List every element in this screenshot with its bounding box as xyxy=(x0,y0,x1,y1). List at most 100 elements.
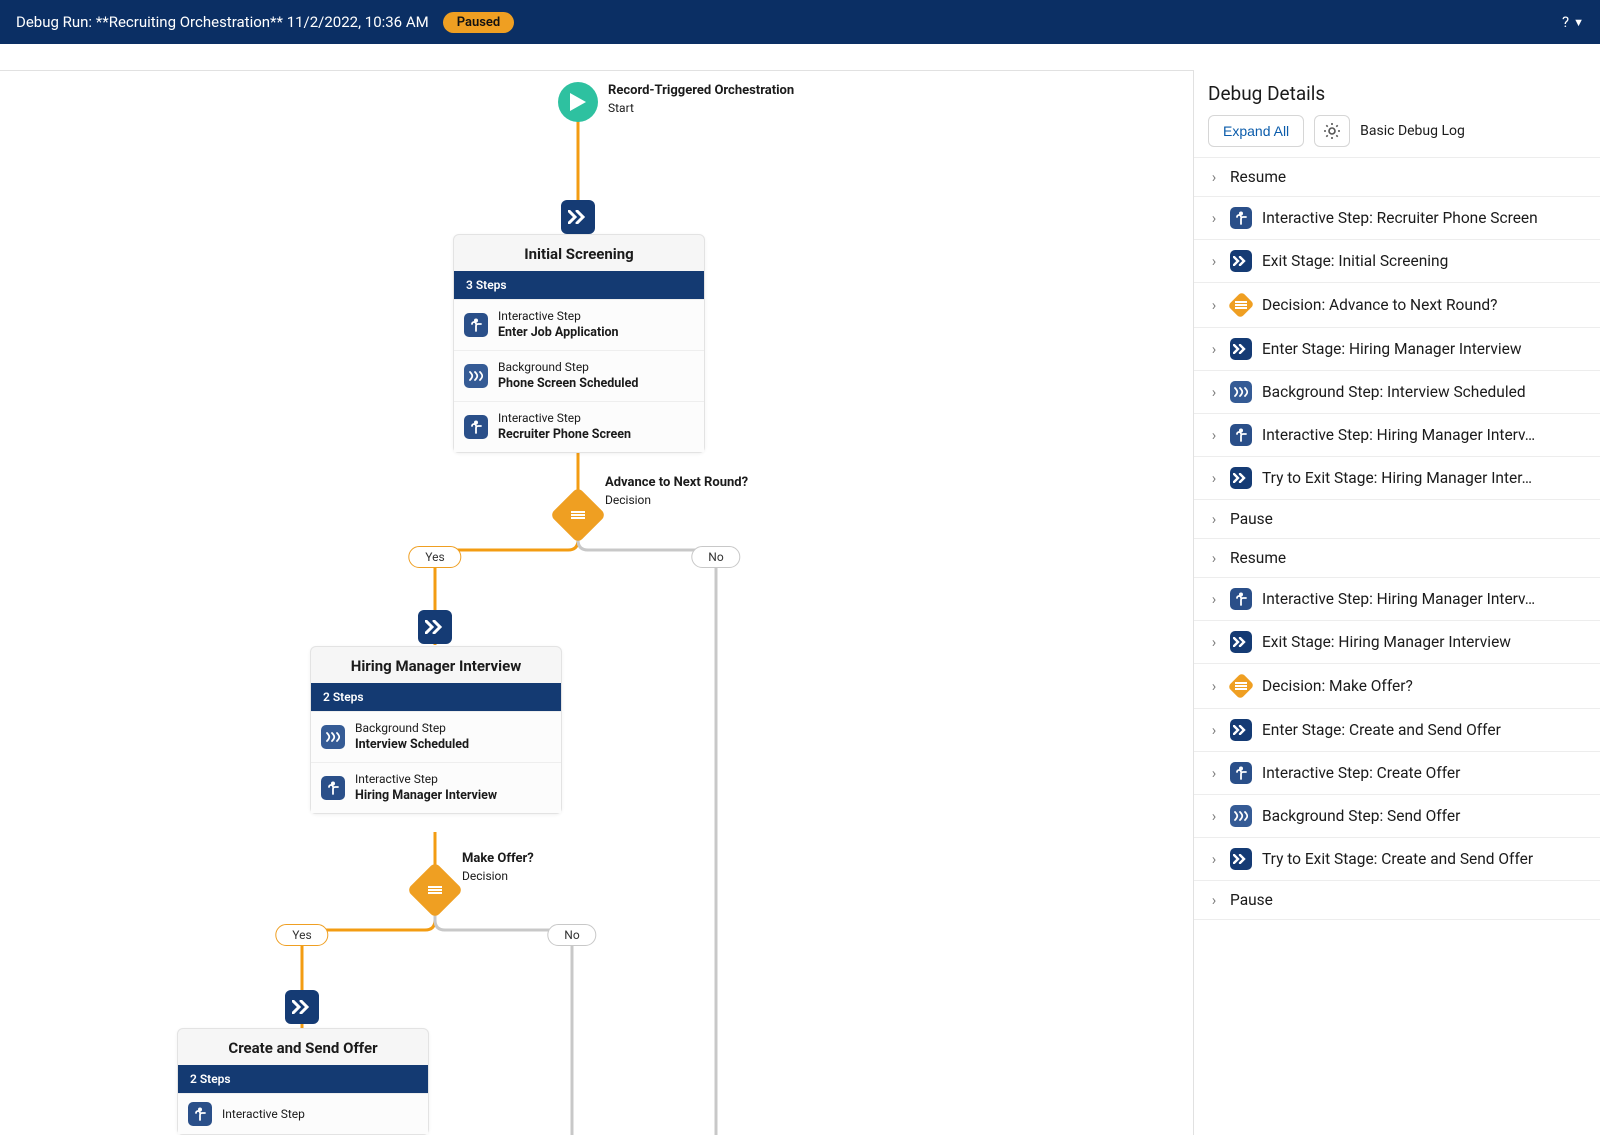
branch-no[interactable]: No xyxy=(547,924,596,946)
start-title: Record-Triggered Orchestration xyxy=(608,83,794,98)
step-text: Interactive Step xyxy=(222,1106,305,1122)
log-row[interactable]: ›Interactive Step: Hiring Manager Interv… xyxy=(1194,414,1600,457)
decision-icon xyxy=(571,508,585,522)
log-text: Try to Exit Stage: Hiring Manager Inter… xyxy=(1262,469,1586,487)
interactive-step-icon xyxy=(464,313,488,337)
log-text: Resume xyxy=(1230,549,1586,567)
log-row[interactable]: ›Background Step: Send Offer xyxy=(1194,795,1600,838)
step-row[interactable]: Interactive Step xyxy=(178,1093,428,1134)
stage-card-hiring-manager-interview[interactable]: Hiring Manager Interview 2 Steps Backgro… xyxy=(310,646,562,814)
help-menu[interactable]: ? ▼ xyxy=(1562,13,1584,31)
log-row[interactable]: ›Exit Stage: Hiring Manager Interview xyxy=(1194,621,1600,664)
debug-run-title: Debug Run: **Recruiting Orchestration** … xyxy=(16,13,429,31)
step-row[interactable]: Interactive StepRecruiter Phone Screen xyxy=(454,401,704,452)
log-row[interactable]: ›Enter Stage: Create and Send Offer xyxy=(1194,709,1600,752)
chevron-right-icon: › xyxy=(1208,764,1220,782)
stage-icon xyxy=(1230,631,1252,653)
chevron-right-icon: › xyxy=(1208,469,1220,487)
step-row[interactable]: Background StepPhone Screen Scheduled xyxy=(454,350,704,401)
log-row[interactable]: › Exit Stage: Initial Screening xyxy=(1194,240,1600,283)
start-node[interactable]: Record-Triggered Orchestration Start xyxy=(558,82,794,122)
inter-icon xyxy=(1230,207,1252,229)
step-text: Background StepPhone Screen Scheduled xyxy=(498,359,638,393)
step-row[interactable]: Interactive StepEnter Job Application xyxy=(454,299,704,350)
decision-subtitle: Decision xyxy=(462,869,508,883)
step-text: Interactive StepHiring Manager Interview xyxy=(355,771,497,805)
stage-icon xyxy=(1230,338,1252,360)
chevron-down-icon: ▼ xyxy=(1573,16,1584,29)
stage-step-count: 2 Steps xyxy=(311,683,561,711)
bg-icon xyxy=(1230,381,1252,403)
step-row[interactable]: Background StepInterview Scheduled xyxy=(311,711,561,762)
branch-no[interactable]: No xyxy=(691,546,740,568)
gear-icon xyxy=(1324,123,1340,139)
log-row[interactable]: › Decision: Make Offer? xyxy=(1194,664,1600,709)
chevron-right-icon: › xyxy=(1208,590,1220,608)
stage-card-initial-screening[interactable]: Initial Screening 3 Steps Interactive St… xyxy=(453,234,705,453)
expand-all-button[interactable]: Expand All xyxy=(1208,115,1304,147)
log-text: Interactive Step: Hiring Manager Interv… xyxy=(1262,590,1586,608)
debug-log-list[interactable]: › Resume ›Interactive Step: Recruiter Phon… xyxy=(1194,157,1600,1135)
log-row[interactable]: ›Interactive Step: Recruiter Phone Scree… xyxy=(1194,197,1600,240)
stage-icon-create-send-offer[interactable] xyxy=(285,990,319,1024)
decision-subtitle: Decision xyxy=(605,493,651,507)
panel-toolbar: Expand All Basic Debug Log xyxy=(1194,115,1600,157)
stage-icon-hiring-manager-interview[interactable] xyxy=(418,610,452,644)
app-bar: Debug Run: **Recruiting Orchestration** … xyxy=(0,0,1600,44)
log-text: Enter Stage: Hiring Manager Interview xyxy=(1262,340,1586,358)
chevron-right-icon: › xyxy=(1208,891,1220,909)
decision-title: Make Offer? xyxy=(462,851,534,866)
start-node-label: Record-Triggered Orchestration Start xyxy=(608,82,794,116)
status-badge: Paused xyxy=(443,12,515,33)
log-row[interactable]: › Resume xyxy=(1194,158,1600,197)
log-text: Decision: Make Offer? xyxy=(1262,677,1586,695)
sub-toolbar xyxy=(0,44,1600,71)
inter-icon xyxy=(1230,588,1252,610)
branch-yes[interactable]: Yes xyxy=(408,546,461,568)
chevron-right-icon: › xyxy=(1208,721,1220,739)
log-row[interactable]: ›Resume xyxy=(1194,539,1600,578)
chevron-right-icon: › xyxy=(1208,252,1220,270)
stage-step-count: 2 Steps xyxy=(178,1065,428,1093)
chevron-right-icon: › xyxy=(1208,168,1220,186)
log-text: Exit Stage: Initial Screening xyxy=(1262,252,1586,270)
log-row[interactable]: ›Interactive Step: Create Offer xyxy=(1194,752,1600,795)
flow-canvas[interactable]: Record-Triggered Orchestration Start Ini… xyxy=(0,70,1193,1135)
step-text: Interactive StepEnter Job Application xyxy=(498,308,619,342)
chevron-right-icon: › xyxy=(1208,850,1220,868)
inter-icon xyxy=(1230,424,1252,446)
stage-icon xyxy=(1230,848,1252,870)
chevron-right-icon: › xyxy=(1208,296,1220,314)
start-subtitle: Start xyxy=(608,101,634,115)
decision-title: Advance to Next Round? xyxy=(605,475,748,490)
stage-card-create-send-offer[interactable]: Create and Send Offer 2 Steps Interactiv… xyxy=(177,1028,429,1135)
log-text: Try to Exit Stage: Create and Send Offer xyxy=(1262,850,1586,868)
stage-icon xyxy=(1230,719,1252,741)
step-text: Background StepInterview Scheduled xyxy=(355,720,469,754)
log-row[interactable]: ›Decision: Advance to Next Round? xyxy=(1194,283,1600,328)
chevron-right-icon: › xyxy=(1208,677,1220,695)
log-row[interactable]: ›Pause xyxy=(1194,500,1600,539)
log-row[interactable]: › Enter Stage: Hiring Manager Interview xyxy=(1194,328,1600,371)
log-text: Exit Stage: Hiring Manager Interview xyxy=(1262,633,1586,651)
chevron-right-icon: › xyxy=(1208,383,1220,401)
chevron-right-icon: › xyxy=(1208,340,1220,358)
settings-button[interactable] xyxy=(1314,115,1350,147)
inter-icon xyxy=(1230,762,1252,784)
step-row[interactable]: Interactive StepHiring Manager Interview xyxy=(311,762,561,813)
stage-icon-initial-screening[interactable] xyxy=(561,200,595,234)
log-row[interactable]: ›Background Step: Interview Scheduled xyxy=(1194,371,1600,414)
chevron-right-icon: › xyxy=(1208,209,1220,227)
stage-title: Hiring Manager Interview xyxy=(311,647,561,683)
flow-connectors xyxy=(0,70,1193,1135)
log-row[interactable]: › Pause xyxy=(1194,881,1600,920)
log-row[interactable]: › Try to Exit Stage: Create and Send Offe… xyxy=(1194,838,1600,881)
workspace: Record-Triggered Orchestration Start Ini… xyxy=(0,70,1600,1135)
log-row[interactable]: › Interactive Step: Hiring Manager Interv… xyxy=(1194,578,1600,621)
decision-icon xyxy=(1230,674,1252,698)
branch-yes[interactable]: Yes xyxy=(275,924,328,946)
decision-label: Advance to Next Round? Decision xyxy=(605,474,748,508)
log-text: Pause xyxy=(1230,891,1586,909)
log-text: Resume xyxy=(1230,168,1586,186)
log-row[interactable]: › Try to Exit Stage: Hiring Manager Inter… xyxy=(1194,457,1600,500)
